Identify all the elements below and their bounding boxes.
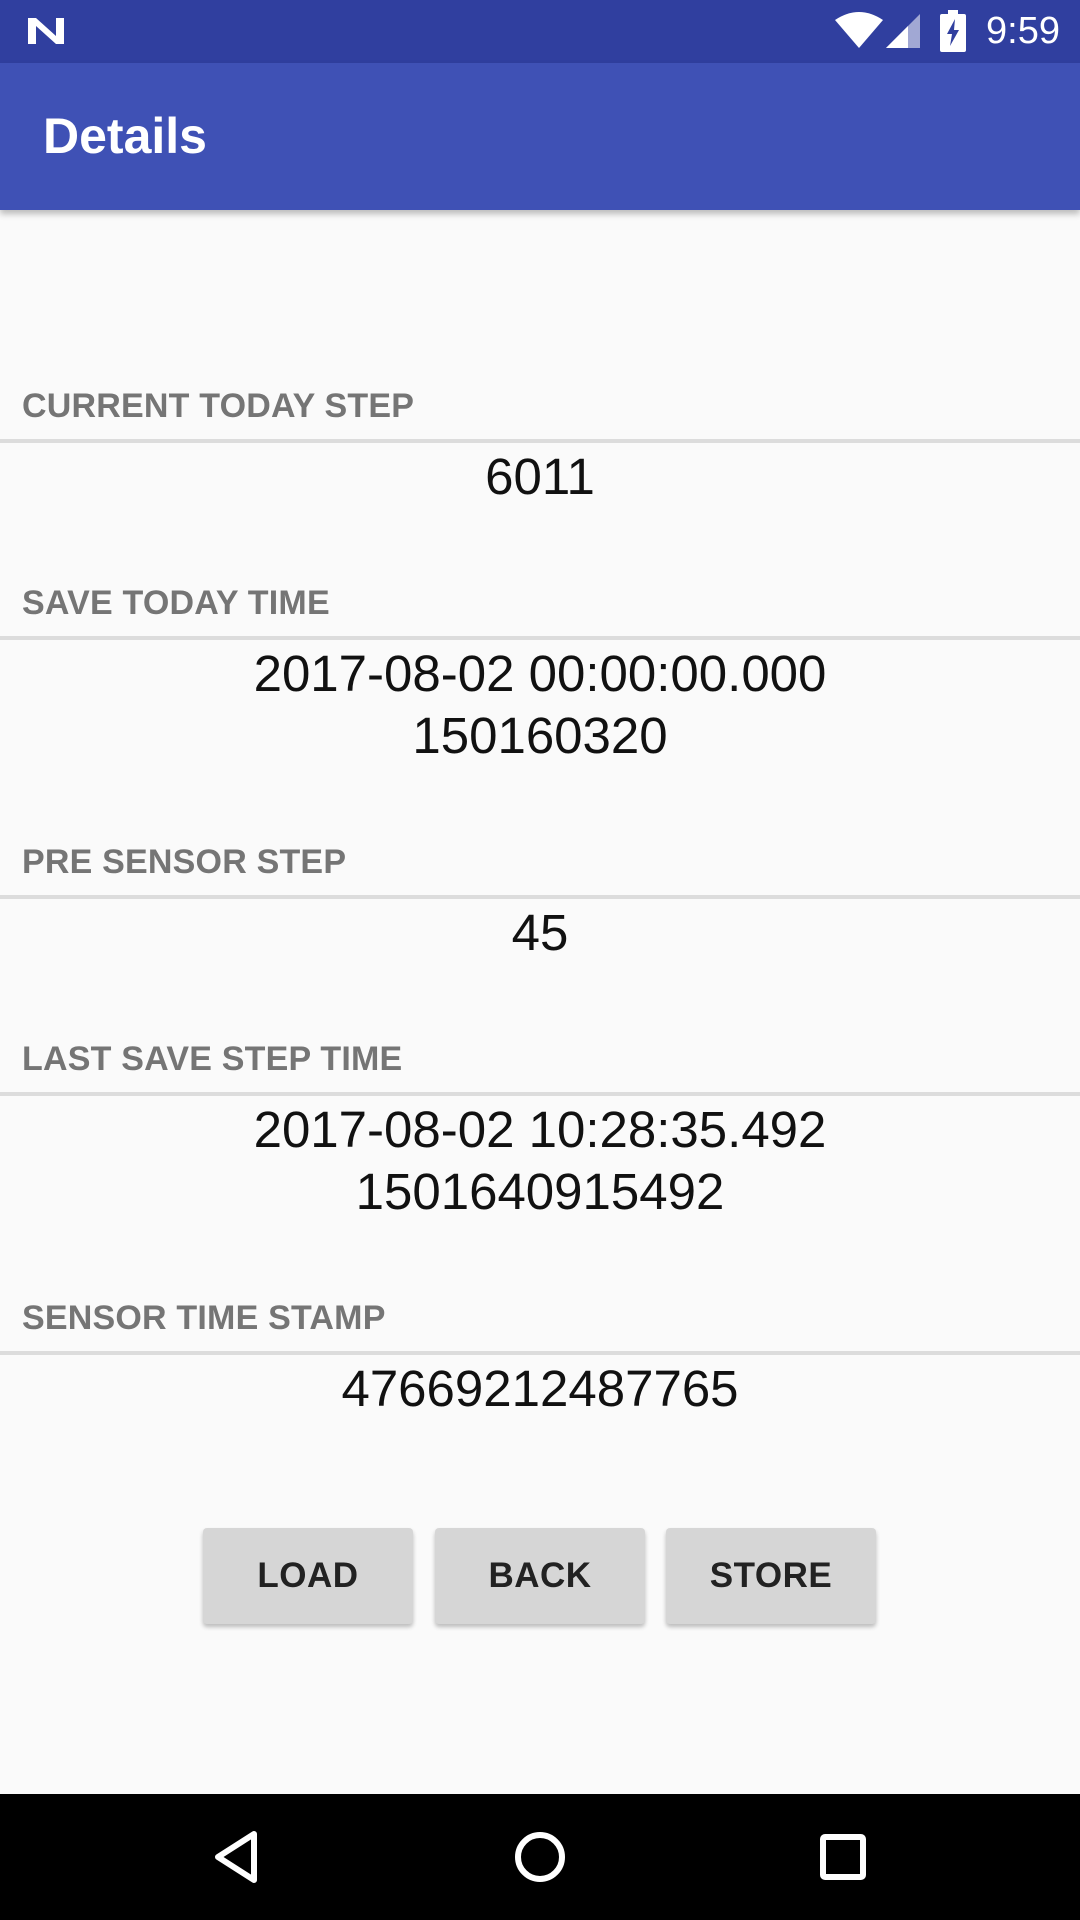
divider <box>0 1351 1080 1355</box>
section-label: CURRENT TODAY STEP <box>22 387 415 425</box>
section-value: 6011 <box>485 448 595 505</box>
section-label: LAST SAVE STEP TIME <box>22 1040 403 1078</box>
back-triangle-icon[interactable] <box>204 1824 270 1890</box>
load-button[interactable]: LOAD <box>203 1528 413 1624</box>
cellular-signal-icon <box>886 14 920 48</box>
navigation-bar <box>0 1794 1080 1920</box>
recents-square-icon[interactable] <box>810 1824 876 1890</box>
section-label: SAVE TODAY TIME <box>22 584 330 622</box>
status-clock: 9:59 <box>986 10 1060 52</box>
section-value: 45 <box>511 904 569 961</box>
page-title: Details <box>43 108 207 164</box>
app-bar: Details <box>0 63 1080 210</box>
wifi-icon <box>835 12 883 48</box>
divider <box>0 636 1080 640</box>
divider <box>0 895 1080 899</box>
notification-n-icon <box>28 18 64 44</box>
status-bar: 9:59 <box>0 0 1080 63</box>
button-row: LOAD BACK STORE <box>0 1528 1080 1626</box>
section-value: 2017-08-02 10:28:35.492 1501640915492 <box>253 1101 827 1220</box>
home-circle-icon[interactable] <box>507 1824 573 1890</box>
battery-charging-icon <box>940 10 966 52</box>
section-value: 2017-08-02 00:00:00.000 150160320 <box>253 645 827 764</box>
store-button[interactable]: STORE <box>666 1528 876 1624</box>
back-button[interactable]: BACK <box>435 1528 645 1624</box>
section-label: SENSOR TIME STAMP <box>22 1299 386 1337</box>
section-label: PRE SENSOR STEP <box>22 843 347 881</box>
section-value: 47669212487765 <box>341 1360 739 1417</box>
divider <box>0 439 1080 443</box>
divider <box>0 1092 1080 1096</box>
